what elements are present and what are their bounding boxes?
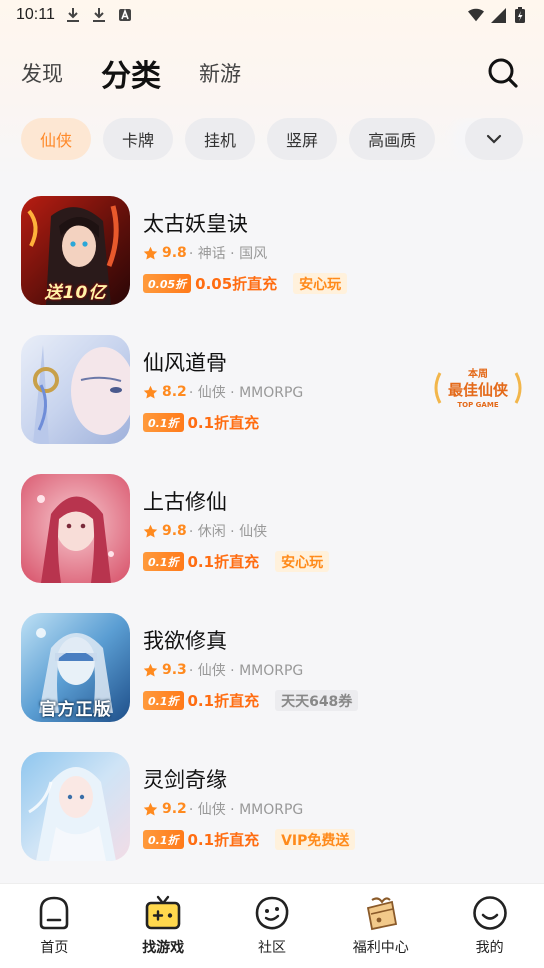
- promo-row: 0.1折 0.1折直充: [143, 412, 259, 433]
- discount-text: 0.1折直充: [187, 831, 260, 849]
- tab-category[interactable]: 分类: [101, 51, 161, 95]
- discount-badge: 0.1折: [143, 830, 184, 849]
- game-item[interactable]: 送10亿 太古妖皇诀 9.8 · 神话 · 国风 0.05折 0.05折直充 安…: [0, 196, 544, 335]
- icon-caption: 官方正版: [39, 700, 112, 720]
- category-chip-hd[interactable]: 高画质: [349, 118, 436, 160]
- star-icon: [143, 524, 158, 537]
- promo-row: 0.1折 0.1折直充 天天648券: [143, 690, 359, 711]
- nav-profile[interactable]: 我的: [435, 884, 544, 968]
- extra-tag: 天天648券: [275, 690, 359, 711]
- nav-label: 社区: [257, 940, 286, 956]
- game-tags: · 休闲 · 仙侠: [188, 524, 268, 540]
- game-score: 9.2: [162, 801, 187, 817]
- nav-label: 我的: [475, 940, 504, 956]
- game-meta: 9.3 · 仙侠 · MMORPG: [143, 660, 303, 680]
- best-badge-line1: 本周: [468, 367, 488, 380]
- battery-icon: [512, 7, 528, 23]
- nav-label: 找游戏: [142, 940, 185, 956]
- extra-tag: VIP免费送: [275, 829, 356, 850]
- game-icon: [21, 474, 130, 583]
- game-title: 仙风道骨: [143, 351, 227, 375]
- star-icon: [143, 385, 158, 398]
- extra-tag: 安心玩: [275, 551, 330, 572]
- discount-badge: 0.05折: [143, 274, 192, 293]
- extra-tag: 安心玩: [293, 273, 348, 294]
- game-title: 太古妖皇诀: [143, 212, 248, 236]
- app-notification-icon: [117, 7, 133, 23]
- promo-row: 0.1折 0.1折直充 安心玩: [143, 551, 330, 572]
- category-chip-vertical[interactable]: 竖屏: [267, 118, 338, 160]
- game-item[interactable]: 上古修仙 9.8 · 休闲 · 仙侠 0.1折 0.1折直充 安心玩: [0, 474, 544, 613]
- game-score: 9.8: [162, 245, 187, 261]
- status-bar: 10:11: [0, 0, 544, 30]
- nav-community[interactable]: 社区: [218, 884, 327, 968]
- home-icon: [40, 896, 69, 930]
- bottom-navigation: 首页 找游戏 社区 福利中心 我的: [0, 883, 544, 968]
- game-title: 上古修仙: [143, 490, 227, 514]
- best-of-week-badge: 本周 最佳仙侠 TOP GAME: [434, 367, 522, 409]
- discount-badge: 0.1折: [143, 691, 184, 710]
- star-icon: [143, 802, 158, 815]
- gift-icon: [366, 897, 397, 931]
- discount-badge: 0.1折: [143, 552, 184, 571]
- expand-categories-button[interactable]: [465, 118, 523, 160]
- category-chip-xianxia[interactable]: 仙侠: [21, 118, 92, 160]
- download-icon: [65, 7, 81, 23]
- game-meta: 8.2 · 仙侠 · MMORPG: [143, 382, 303, 402]
- signal-icon: [490, 7, 506, 23]
- icon-caption: 送10亿: [44, 283, 107, 303]
- status-time: 10:11: [16, 6, 55, 23]
- tab-new-games[interactable]: 新游: [199, 58, 241, 88]
- game-score: 9.8: [162, 523, 187, 539]
- game-title: 我欲修真: [143, 629, 227, 653]
- star-icon: [143, 246, 158, 259]
- profile-icon: [472, 896, 507, 930]
- game-icon: [21, 335, 130, 444]
- category-chips: 仙侠 卡牌 挂机 竖屏 高画质: [21, 118, 523, 160]
- nav-find-games[interactable]: 找游戏: [109, 884, 218, 968]
- game-tags: · 仙侠 · MMORPG: [188, 802, 304, 818]
- game-icon: 送10亿: [21, 196, 130, 305]
- game-score: 9.3: [162, 662, 187, 678]
- game-title: 灵剑奇缘: [143, 768, 227, 792]
- game-icon: [21, 752, 130, 861]
- game-item[interactable]: 灵剑奇缘 9.2 · 仙侠 · MMORPG 0.1折 0.1折直充 VIP免费…: [0, 752, 544, 891]
- game-meta: 9.8 · 神话 · 国风: [143, 243, 267, 263]
- game-item[interactable]: 仙风道骨 8.2 · 仙侠 · MMORPG 0.1折 0.1折直充 本周 最佳…: [0, 335, 544, 474]
- nav-welfare-center[interactable]: 福利中心: [326, 884, 435, 968]
- tab-discover[interactable]: 发现: [21, 58, 63, 88]
- promo-row: 0.05折 0.05折直充 安心玩: [143, 273, 348, 294]
- search-icon[interactable]: [486, 56, 520, 90]
- promo-row: 0.1折 0.1折直充 VIP免费送: [143, 829, 356, 850]
- game-tags: · 仙侠 · MMORPG: [188, 385, 304, 401]
- nav-label: 福利中心: [352, 940, 409, 956]
- discount-text: 0.1折直充: [187, 553, 260, 571]
- top-navigation: 发现 分类 新游: [0, 48, 544, 98]
- game-meta: 9.2 · 仙侠 · MMORPG: [143, 799, 303, 819]
- category-chip-card[interactable]: 卡牌: [103, 118, 174, 160]
- community-icon: [255, 896, 289, 930]
- nav-home[interactable]: 首页: [0, 884, 109, 968]
- wifi-icon: [468, 7, 484, 23]
- best-badge-line2: 最佳仙侠: [448, 381, 509, 399]
- star-icon: [143, 663, 158, 676]
- category-chip-idle[interactable]: 挂机: [185, 118, 256, 160]
- discount-text: 0.1折直充: [187, 692, 260, 710]
- discount-text: 0.1折直充: [187, 414, 260, 432]
- nav-label: 首页: [40, 940, 69, 956]
- game-list: 送10亿 太古妖皇诀 9.8 · 神话 · 国风 0.05折 0.05折直充 安…: [0, 196, 544, 891]
- discount-text: 0.05折直充: [195, 275, 278, 293]
- gamepad-icon: [145, 895, 181, 930]
- game-tags: · 仙侠 · MMORPG: [188, 663, 304, 679]
- game-item[interactable]: 官方正版 我欲修真 9.3 · 仙侠 · MMORPG 0.1折 0.1折直充 …: [0, 613, 544, 752]
- game-icon: 官方正版: [21, 613, 130, 722]
- game-meta: 9.8 · 休闲 · 仙侠: [143, 521, 267, 541]
- chevron-down-icon: [486, 134, 502, 144]
- game-score: 8.2: [162, 384, 187, 400]
- discount-badge: 0.1折: [143, 413, 184, 432]
- game-tags: · 神话 · 国风: [188, 246, 268, 262]
- best-badge-line3: TOP GAME: [457, 401, 498, 409]
- download-icon: [91, 7, 107, 23]
